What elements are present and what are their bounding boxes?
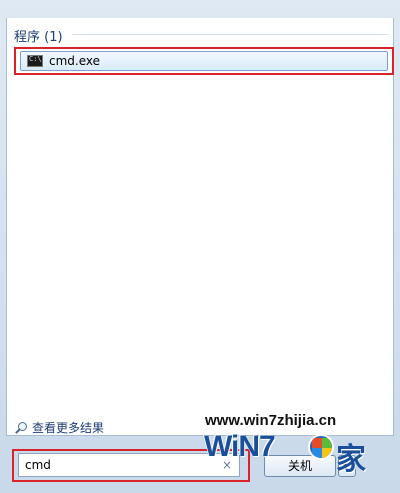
watermark-logo-text: WiN7: [204, 430, 276, 463]
see-more-results-link[interactable]: 查看更多结果: [14, 419, 104, 436]
search-results-pane: [6, 18, 394, 436]
windows-logo-icon: [308, 434, 334, 460]
start-menu: 程序 (1) cmd.exe 查看更多结果 cmd × 关机 ▶ www.win…: [0, 0, 400, 493]
magnifier-icon: [14, 421, 28, 435]
results-group-header: 程序 (1): [14, 30, 63, 45]
watermark-url: www.win7zhijia.cn: [205, 412, 337, 429]
highlight-box-result: [14, 47, 394, 75]
group-divider: [72, 34, 388, 35]
watermark-logo-char: 家: [336, 442, 366, 477]
see-more-results-label: 查看更多结果: [32, 421, 105, 435]
